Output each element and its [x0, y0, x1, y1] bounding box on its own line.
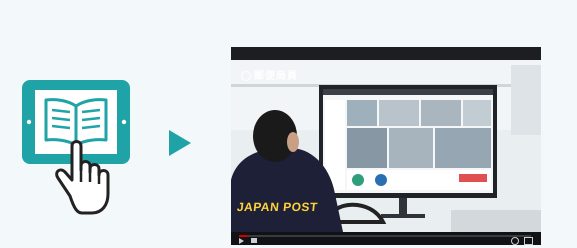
play-arrow-icon — [169, 130, 191, 156]
video-progress-fill — [239, 235, 248, 237]
tablet-book-icon — [22, 80, 130, 215]
video-logo-text: 郵便局員 — [254, 71, 298, 82]
settings-icon[interactable] — [511, 237, 519, 245]
video-logo: 郵便局員 — [241, 67, 298, 82]
video-controls — [231, 232, 541, 245]
video-player[interactable]: 郵便局員 JAPAN POST — [231, 47, 541, 245]
play-icon[interactable] — [239, 238, 244, 244]
video-progress-bar[interactable] — [239, 235, 531, 237]
fullscreen-icon[interactable] — [524, 237, 533, 245]
volume-icon[interactable] — [251, 238, 257, 243]
jacket-text: JAPAN POST — [236, 200, 319, 214]
